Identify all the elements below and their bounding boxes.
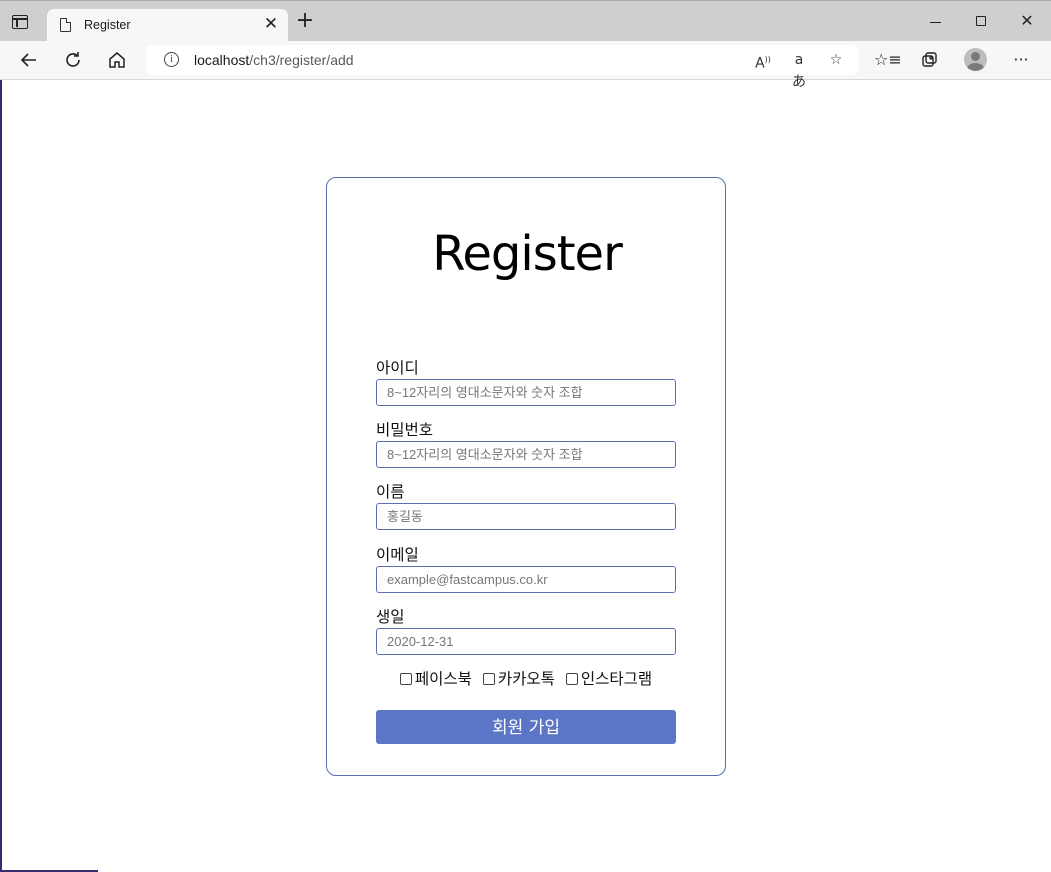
checkbox-icon[interactable]	[565, 673, 578, 685]
page-icon	[60, 18, 71, 32]
url-host: localhost	[194, 52, 250, 68]
id-label: 아이디	[376, 359, 419, 377]
refresh-icon[interactable]	[60, 48, 86, 72]
tab-actions-icon[interactable]	[12, 15, 28, 29]
name-input[interactable]	[376, 503, 676, 530]
checkbox-kakaotalk[interactable]: 카카오톡	[482, 669, 555, 689]
minimize-icon[interactable]	[924, 9, 946, 33]
back-arrow-icon[interactable]	[16, 48, 42, 72]
password-label: 비밀번호	[376, 421, 434, 439]
info-icon[interactable]: i	[164, 52, 179, 67]
favorites-icon[interactable]: ☆≡	[874, 48, 902, 72]
checkbox-facebook[interactable]: 페이스북	[399, 669, 472, 689]
password-input[interactable]	[376, 441, 676, 468]
checkbox-icon[interactable]	[399, 673, 412, 685]
translate-icon[interactable]: aあ	[788, 49, 810, 90]
email-label: 이메일	[376, 546, 419, 564]
add-favorite-icon[interactable]: ☆	[825, 49, 847, 71]
browser-toolbar: i localhost/ch3/register/add A)) aあ ☆ ☆≡…	[0, 41, 1051, 90]
birthday-input[interactable]	[376, 628, 676, 655]
browser-tab-bar: Register ✕ + ✕	[0, 0, 1051, 42]
browser-tab[interactable]: Register ✕	[47, 9, 288, 42]
email-input[interactable]	[376, 566, 676, 593]
id-input[interactable]	[376, 379, 676, 406]
read-aloud-icon[interactable]: A))	[752, 49, 774, 72]
more-icon[interactable]: ···	[1009, 48, 1033, 72]
home-icon[interactable]	[104, 48, 130, 72]
plus-icon[interactable]: +	[295, 10, 315, 32]
checkbox-label: 카카오톡	[497, 670, 555, 688]
name-label: 이름	[376, 483, 405, 501]
close-icon[interactable]: ✕	[1016, 9, 1038, 33]
close-icon[interactable]: ✕	[263, 15, 279, 33]
checkbox-icon[interactable]	[482, 673, 495, 685]
address-bar[interactable]: i localhost/ch3/register/add A)) aあ ☆	[146, 45, 858, 90]
window-edge	[0, 80, 2, 872]
tab-title: Register	[84, 18, 131, 32]
maximize-icon[interactable]	[970, 9, 992, 33]
url-text[interactable]: localhost/ch3/register/add	[194, 52, 354, 68]
register-form: Register 아이디 비밀번호 이름 이메일 생일 페이스북 카카오톡 인스…	[326, 177, 726, 776]
profile-icon[interactable]	[964, 48, 987, 71]
birthday-label: 생일	[376, 608, 405, 626]
checkbox-label: 페이스북	[414, 670, 472, 688]
signup-button[interactable]: 회원 가입	[376, 710, 676, 744]
url-path: /ch3/register/add	[249, 52, 354, 68]
page-title: Register	[432, 226, 623, 282]
collections-icon[interactable]	[918, 48, 942, 72]
sns-checkbox-group: 페이스북 카카오톡 인스타그램	[376, 669, 676, 689]
checkbox-label: 인스타그램	[580, 670, 653, 688]
checkbox-instagram[interactable]: 인스타그램	[565, 669, 653, 689]
